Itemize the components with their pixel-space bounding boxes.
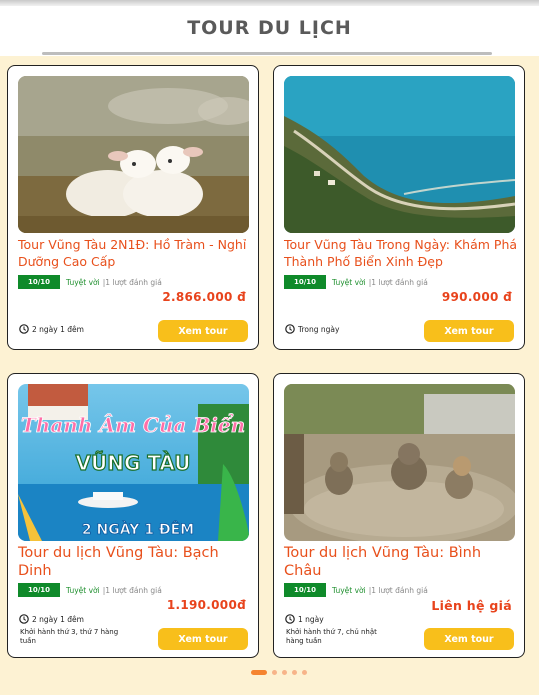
pagination-dot-3[interactable] bbox=[282, 670, 287, 675]
view-tour-button[interactable]: Xem tour bbox=[424, 628, 514, 650]
rating-row: 10/10 Tuyệt vời |1 lượt đánh giá bbox=[284, 275, 428, 289]
view-tour-button[interactable]: Xem tour bbox=[158, 628, 248, 650]
rating-label: Tuyệt vời bbox=[66, 585, 100, 595]
duration-text: 2 ngày 1 đêm bbox=[32, 324, 84, 334]
section-header: TOUR DU LỊCH bbox=[0, 6, 539, 56]
rating-row: 10/10 Tuyệt vời |1 lượt đánh giá bbox=[18, 275, 162, 289]
tour-price: 990.000 đ bbox=[441, 290, 512, 304]
rating-label: Tuyệt vời bbox=[332, 277, 366, 287]
tour-title[interactable]: Tour du lịch Vũng Tàu: Bình Châu bbox=[284, 544, 520, 580]
tour-price: 1.190.000đ bbox=[166, 598, 246, 612]
tour-card-2[interactable]: Tour Vũng Tàu Trong Ngày: Khám Phá Thành… bbox=[273, 65, 525, 350]
tour-title[interactable]: Tour du lịch Vũng Tàu: Bạch Dinh bbox=[18, 544, 254, 580]
view-tour-button[interactable]: Xem tour bbox=[424, 320, 514, 342]
tour-price: 2.866.000 đ bbox=[162, 290, 246, 304]
contact-price[interactable]: Liên hệ giá bbox=[431, 598, 512, 613]
rating-row: 10/10 Tuyệt vời |1 lượt đánh giá bbox=[18, 583, 162, 597]
clock-icon bbox=[19, 614, 29, 624]
tour-title[interactable]: Tour Vũng Tàu Trong Ngày: Khám Phá Thành… bbox=[284, 236, 520, 270]
svg-text:Thanh Âm Của Biển: Thanh Âm Của Biển bbox=[21, 412, 245, 437]
tour-card-1[interactable]: Tour Vũng Tàu 2N1Đ: Hồ Tràm - Nghỉ Dưỡng… bbox=[7, 65, 259, 350]
title-underline bbox=[42, 52, 492, 55]
review-count: |1 lượt đánh giá bbox=[102, 277, 162, 287]
clock-icon bbox=[285, 614, 295, 624]
view-tour-button[interactable]: Xem tour bbox=[158, 320, 248, 342]
tour-duration: 2 ngày 1 đêm bbox=[19, 324, 84, 334]
rating-label: Tuyệt vời bbox=[66, 277, 100, 287]
tour-duration: 2 ngày 1 đêm bbox=[19, 614, 84, 624]
review-count: |1 lượt đánh giá bbox=[368, 277, 428, 287]
section-title: TOUR DU LỊCH bbox=[187, 17, 352, 39]
tour-card-4[interactable]: Tour du lịch Vũng Tàu: Bình Châu 10/10 T… bbox=[273, 373, 525, 658]
rating-badge: 10/10 bbox=[18, 583, 60, 597]
tour-list-panel: Tour Vũng Tàu 2N1Đ: Hồ Tràm - Nghỉ Dưỡng… bbox=[0, 56, 539, 695]
sheep-photo[interactable] bbox=[18, 76, 249, 233]
pagination-dot-4[interactable] bbox=[292, 670, 297, 675]
rating-badge: 10/10 bbox=[18, 275, 60, 289]
svg-text:VŨNG TÀU: VŨNG TÀU bbox=[75, 451, 190, 475]
clock-history-icon bbox=[285, 324, 295, 334]
rating-label: Tuyệt vời bbox=[332, 585, 366, 595]
coast-photo[interactable] bbox=[284, 76, 515, 233]
pagination-dot-5[interactable] bbox=[302, 670, 307, 675]
pagination-dot-1[interactable] bbox=[251, 670, 267, 675]
carousel-pagination bbox=[251, 670, 312, 675]
tour-duration: 1 ngày bbox=[285, 614, 324, 624]
review-count: |1 lượt đánh giá bbox=[102, 585, 162, 595]
pagination-dot-2[interactable] bbox=[272, 670, 277, 675]
clock-icon bbox=[19, 324, 29, 334]
departure-schedule: Khởi hành thứ 3, thứ 7 hàng tuần bbox=[20, 628, 119, 645]
poster-photo[interactable]: Thanh Âm Của Biển VŨNG TÀU 2 NGÀY 1 ĐÊM bbox=[18, 384, 249, 541]
svg-text:2 NGÀY 1 ĐÊM: 2 NGÀY 1 ĐÊM bbox=[82, 521, 194, 538]
review-count: |1 lượt đánh giá bbox=[368, 585, 428, 595]
rating-badge: 10/10 bbox=[284, 275, 326, 289]
rating-row: 10/10 Tuyệt vời |1 lượt đánh giá bbox=[284, 583, 428, 597]
tour-duration: Trong ngày bbox=[285, 324, 339, 334]
rating-badge: 10/10 bbox=[284, 583, 326, 597]
mud-bath-photo[interactable] bbox=[284, 384, 515, 541]
tour-title[interactable]: Tour Vũng Tàu 2N1Đ: Hồ Tràm - Nghỉ Dưỡng… bbox=[18, 236, 254, 270]
duration-text: Trong ngày bbox=[298, 324, 340, 334]
tour-card-3[interactable]: Thanh Âm Của Biển VŨNG TÀU 2 NGÀY 1 ĐÊM … bbox=[7, 373, 259, 658]
duration-text: 2 ngày 1 đêm bbox=[32, 614, 84, 624]
departure-schedule: Khởi hành thứ 7, chủ nhật hàng tuần bbox=[286, 628, 377, 645]
duration-text: 1 ngày bbox=[298, 614, 324, 624]
